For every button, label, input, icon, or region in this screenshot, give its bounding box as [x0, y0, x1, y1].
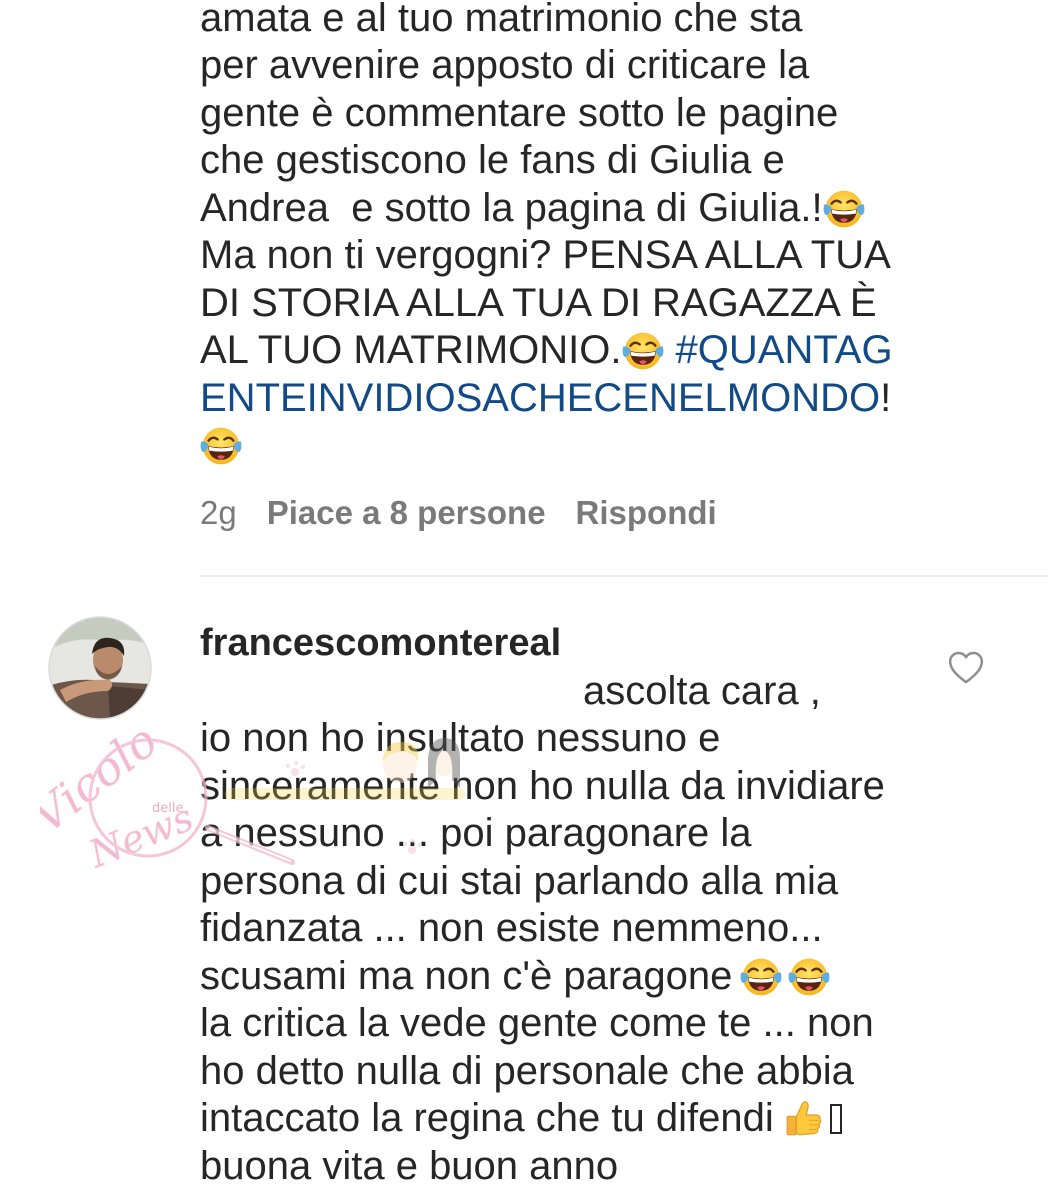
- reply-comment-text: ascolta cara , io non ho insultato nessu…: [200, 668, 885, 1191]
- comment-text-line: DI STORIA ALLA TUA DI RAGAZZA È: [200, 280, 877, 325]
- comment-text-line: [200, 422, 893, 470]
- reply-button[interactable]: Rispondi: [576, 493, 717, 533]
- comment-text-line: amata e al tuo matrimonio che sta: [200, 0, 803, 40]
- avatar[interactable]: [48, 616, 152, 720]
- comment-text-segment: intaccato la regina che tu difendi: [200, 1096, 774, 1140]
- comment-text-line: gente è commentare sotto le pagine: [200, 90, 839, 135]
- tears-of-joy-emoji-icon: [200, 425, 242, 467]
- comment-divider: [200, 575, 1048, 577]
- missing-glyph-box: [829, 1104, 842, 1134]
- comment-text-segment: !: [880, 375, 892, 420]
- comment-text-line: io non ho insultato nessuno e: [200, 716, 721, 760]
- comment-text-line: AL TUO MATRIMONIO. #QUANTAG: [200, 327, 893, 375]
- comment-text-line: ENTEINVIDIOSACHECENELMONDO!: [200, 375, 893, 423]
- previous-comment-text: amata e al tuo matrimonio che sta per av…: [200, 0, 893, 470]
- comment-text-line: scusami ma non c'è paragone: [200, 953, 885, 1001]
- comment-text-segment: Andrea e sotto la pagina di Giulia.!: [200, 185, 823, 230]
- comment-text-line: a nessuno ... poi paragonare la: [200, 811, 752, 855]
- thumbs-up-icon: [782, 1098, 824, 1140]
- tears-of-joy-emoji-icon: [622, 330, 664, 372]
- watermark-text-news: News: [82, 795, 199, 877]
- comment-text-line: ho detto nulla di personale che abbia: [200, 1048, 854, 1093]
- comment-text-line: che gestiscono le fans di Giulia e: [200, 138, 785, 182]
- likes-count-link[interactable]: Piace a 8 persone: [267, 493, 546, 533]
- comment-text-line: intaccato la regina che tu difendi: [200, 1095, 885, 1143]
- heart-outline-icon[interactable]: [946, 648, 986, 688]
- profile-photo: [48, 616, 152, 720]
- comment-text-line: fidanzata ... non esiste nemmeno...: [200, 906, 823, 950]
- comment-timestamp: 2g: [200, 493, 237, 531]
- comment-text-line: ascolta cara ,: [583, 668, 821, 713]
- comment-text-line: Andrea e sotto la pagina di Giulia.!: [200, 185, 893, 233]
- watermark-badge: [88, 738, 208, 858]
- comment-text-line: Ma non ti vergogni? PENSA ALLA TUA: [200, 233, 891, 277]
- watermark-text-delle: delle: [152, 801, 183, 816]
- tears-of-joy-emoji-icon: [740, 956, 782, 998]
- comment-text-segment: scusami ma non c'è paragone: [200, 953, 733, 998]
- comment-username[interactable]: francescomontereal: [200, 620, 561, 668]
- tears-of-joy-emoji-icon: [823, 188, 865, 230]
- comment-text-line: persona di cui stai parlando alla mia: [200, 858, 839, 903]
- hashtag-link[interactable]: #QUANTAG: [676, 328, 893, 372]
- comment-text-line: per avvenire apposto di criticare la: [200, 43, 810, 87]
- comment-text-line: sinceramente non ho nulla da invidiare: [200, 763, 885, 808]
- tears-of-joy-emoji-icon: [788, 956, 830, 998]
- comment-text-segment: AL TUO MATRIMONIO.: [200, 328, 622, 372]
- comment-meta-row: 2g Piace a 8 persone Rispondi: [200, 493, 717, 533]
- comment-text-line: buona vita e buon anno: [200, 1143, 619, 1188]
- hashtag-link[interactable]: ENTEINVIDIOSACHECENELMONDO: [200, 376, 880, 420]
- watermark-text-vicolo: Vicolo: [40, 713, 167, 844]
- comment-text-line: la critica la vede gente come te ... non: [200, 1001, 874, 1045]
